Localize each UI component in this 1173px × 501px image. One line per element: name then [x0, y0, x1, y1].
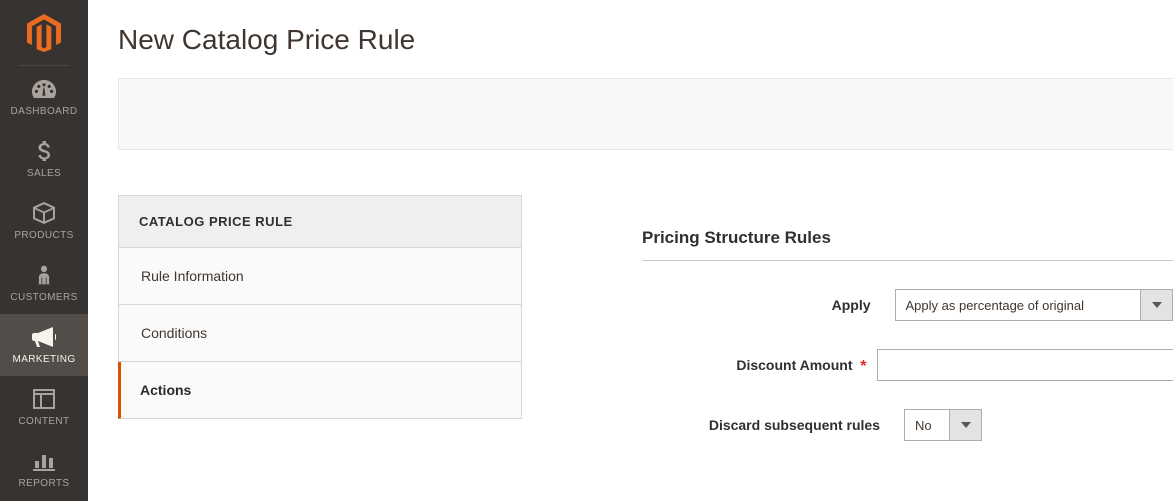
nav-label: REPORTS [19, 478, 70, 489]
nav-dashboard[interactable]: DASHBOARD [0, 66, 88, 128]
page-title: New Catalog Price Rule [88, 0, 1173, 78]
tabs-heading: CATALOG PRICE RULE [118, 195, 522, 248]
tab-rule-information[interactable]: Rule Information [118, 248, 522, 305]
apply-select[interactable]: Apply as percentage of original [895, 289, 1173, 321]
nav-label: PRODUCTS [14, 230, 73, 241]
nav-products[interactable]: PRODUCTS [0, 190, 88, 252]
nav-label: SALES [27, 168, 61, 179]
nav-marketing[interactable]: MARKETING [0, 314, 88, 376]
field-apply: Apply Apply as percentage of original [642, 289, 1173, 321]
gauge-icon [31, 78, 57, 100]
dollar-icon [31, 140, 57, 162]
tab-actions[interactable]: Actions [118, 362, 522, 419]
form-legend: Pricing Structure Rules [642, 228, 1173, 261]
megaphone-icon [31, 326, 57, 348]
discount-amount-label: Discount Amount [642, 357, 877, 373]
nav-label: CONTENT [18, 416, 69, 427]
layout-icon [31, 388, 57, 410]
field-discount-amount: Discount Amount [642, 349, 1173, 381]
tab-conditions[interactable]: Conditions [118, 305, 522, 362]
nav-label: DASHBOARD [11, 106, 78, 117]
toolbar-placeholder [118, 78, 1173, 150]
admin-sidebar: DASHBOARD SALES PRODUCTS CUSTOMERS MARKE… [0, 0, 88, 501]
nav-label: MARKETING [12, 354, 75, 365]
box-icon [31, 202, 57, 224]
apply-select-value: Apply as percentage of original [896, 290, 1141, 320]
bar-chart-icon [31, 450, 57, 472]
discard-select-value: No [905, 410, 949, 440]
nav-reports[interactable]: REPORTS [0, 438, 88, 500]
discard-label: Discard subsequent rules [642, 417, 904, 433]
field-discard-subsequent: Discard subsequent rules No [642, 409, 1173, 441]
person-icon [31, 264, 57, 286]
apply-label: Apply [642, 297, 895, 313]
chevron-down-icon [949, 410, 981, 440]
discard-select[interactable]: No [904, 409, 982, 441]
nav-label: CUSTOMERS [10, 292, 77, 303]
nav-content[interactable]: CONTENT [0, 376, 88, 438]
discount-amount-input[interactable] [877, 349, 1173, 381]
nav-sales[interactable]: SALES [0, 128, 88, 190]
magento-logo[interactable] [0, 0, 88, 65]
rule-tabs: CATALOG PRICE RULE Rule Information Cond… [118, 195, 522, 419]
main-content: New Catalog Price Rule CATALOG PRICE RUL… [88, 0, 1173, 501]
nav-customers[interactable]: CUSTOMERS [0, 252, 88, 314]
actions-form: Pricing Structure Rules Apply Apply as p… [642, 228, 1173, 441]
chevron-down-icon [1140, 290, 1172, 320]
